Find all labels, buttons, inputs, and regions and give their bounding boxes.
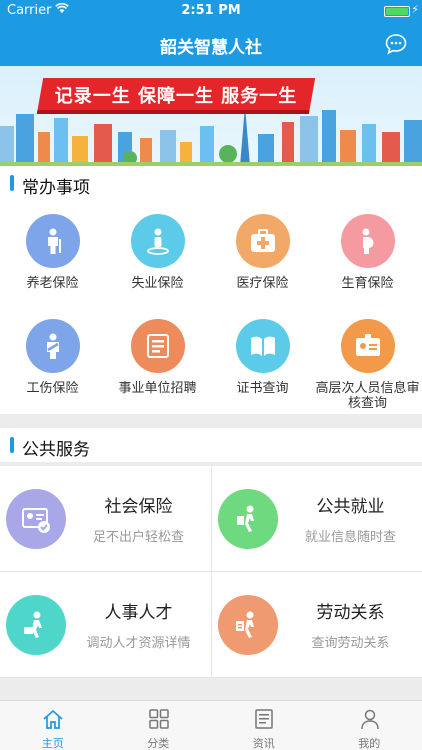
service-subtitle: 就业信息随时查: [304, 530, 396, 545]
tab-news[interactable]: 资讯: [211, 701, 317, 750]
navigation-bar: 韶关智慧人社: [0, 22, 422, 66]
open-book-icon: [235, 319, 290, 373]
section-title: 公共服务: [22, 440, 90, 460]
service-certificate-query[interactable]: 证书查询: [210, 319, 315, 396]
service-unemployment-insurance[interactable]: 失业保险: [105, 214, 210, 291]
charging-bolt-icon: ⚡: [411, 3, 419, 16]
walking-person-icon: [218, 489, 278, 549]
document-list-icon: [130, 319, 185, 373]
section-accent-bar: [10, 175, 14, 191]
public-services-header: 公共服务: [0, 428, 422, 462]
service-maternity-insurance[interactable]: 生育保险: [315, 214, 420, 291]
service-label: 失业保险: [131, 276, 184, 291]
tab-label: 资讯: [252, 737, 275, 750]
common-services-grid: 养老保险 失业保险 医疗保险 生育保险 工伤保险 事业单位招聘 证书查询 高层次…: [0, 200, 422, 414]
tab-home[interactable]: 主页: [0, 701, 106, 750]
user-icon: [360, 709, 379, 730]
section-title: 常办事项: [22, 178, 90, 198]
service-subtitle: 足不出户轻松查: [92, 530, 184, 545]
battery-icon: [384, 6, 410, 17]
section-accent-bar: [10, 437, 14, 453]
service-title: 劳动关系: [316, 603, 385, 623]
service-label: 生育保险: [341, 276, 394, 291]
person-with-briefcase-icon: [6, 595, 66, 655]
pregnant-woman-icon: [340, 214, 395, 268]
elderly-person-icon: [25, 214, 80, 268]
service-label: 高层次人员信息审核查询: [315, 381, 420, 411]
chat-bubble-icon[interactable]: [384, 32, 408, 56]
service-label: 证书查询: [236, 381, 289, 396]
service-label: 事业单位招聘: [118, 381, 197, 396]
promo-banner[interactable]: 记录一生 保障一生 服务一生: [0, 66, 422, 166]
public-services-grid: 社会保险 足不出户轻松查 公共就业 就业信息随时查 人事人才 调动人才资源详情 …: [0, 466, 422, 678]
service-public-institution-recruitment[interactable]: 事业单位招聘: [105, 319, 210, 396]
medical-kit-icon: [235, 214, 290, 268]
id-badge-icon: [340, 319, 395, 373]
person-with-document-icon: [218, 595, 278, 655]
page-title: 韶关智慧人社: [160, 38, 262, 58]
public-service-employment[interactable]: 公共就业 就业信息随时查: [211, 466, 422, 572]
common-services-header: 常办事项: [0, 166, 422, 200]
tab-label: 主页: [41, 737, 64, 750]
service-title: 公共就业: [316, 497, 385, 517]
tab-profile[interactable]: 我的: [317, 701, 422, 750]
public-service-personnel-talent[interactable]: 人事人才 调动人才资源详情: [0, 572, 211, 678]
service-subtitle: 查询劳动关系: [311, 636, 390, 651]
public-service-social-insurance[interactable]: 社会保险 足不出户轻松查: [0, 466, 211, 572]
service-label: 医疗保险: [236, 276, 289, 291]
grid-icon: [148, 709, 169, 729]
service-label: 养老保险: [26, 276, 79, 291]
service-work-injury-insurance[interactable]: 工伤保险: [0, 319, 105, 396]
service-talent-info-review[interactable]: 高层次人员信息审核查询: [315, 319, 420, 411]
tab-label: 我的: [358, 737, 381, 750]
service-title: 人事人才: [104, 603, 173, 623]
id-card-check-icon: [6, 489, 66, 549]
injured-worker-icon: [25, 319, 80, 373]
person-standing-icon: [130, 214, 185, 268]
tab-label: 分类: [147, 737, 170, 750]
banner-slogan: 记录一生 保障一生 服务一生: [54, 86, 298, 107]
tab-bar: 主页 分类 资讯 我的: [0, 700, 422, 750]
public-service-labor-relations[interactable]: 劳动关系 查询劳动关系: [211, 572, 422, 678]
service-medical-insurance[interactable]: 医疗保险: [210, 214, 315, 291]
tab-categories[interactable]: 分类: [106, 701, 212, 750]
service-pension-insurance[interactable]: 养老保险: [0, 214, 105, 291]
service-subtitle: 调动人才资源详情: [86, 636, 191, 651]
service-title: 社会保险: [104, 497, 173, 517]
newspaper-icon: [255, 709, 273, 729]
service-label: 工伤保险: [26, 381, 79, 396]
home-icon: [43, 709, 63, 729]
status-bar: Carrier 2:51 PM ⚡: [0, 0, 422, 22]
clock: 2:51 PM: [181, 3, 241, 18]
